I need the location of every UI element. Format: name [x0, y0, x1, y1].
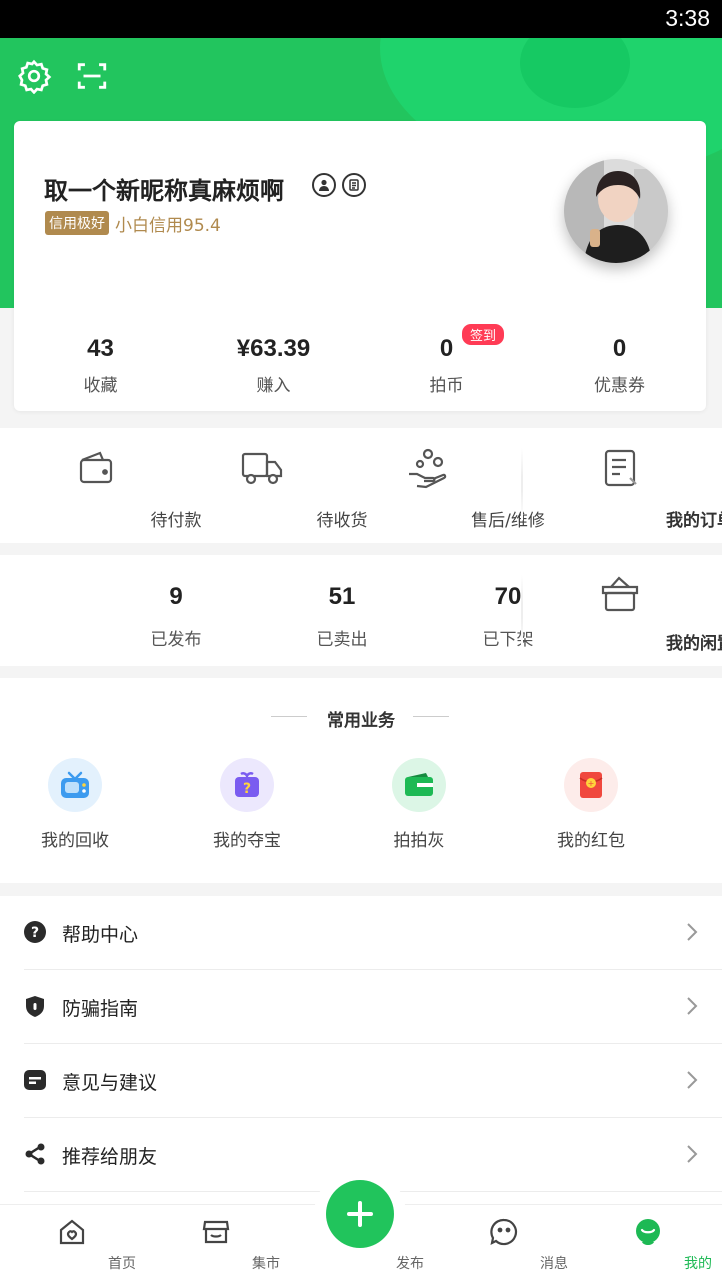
tab-home[interactable]: 首页: [22, 1205, 136, 1282]
share-icon: [25, 1143, 45, 1165]
shield-icon: [26, 996, 44, 1017]
my-orders-button[interactable]: 我的订单: [540, 428, 722, 543]
menu-label: 防骗指南: [62, 998, 139, 1020]
service-label: 我的回收: [41, 831, 109, 851]
order-main-label: 我的订单: [666, 511, 722, 531]
menu-label: 意见与建议: [62, 1072, 158, 1094]
menu-help-center[interactable]: ? 帮助中心: [24, 896, 722, 970]
publish-button[interactable]: [326, 1180, 394, 1248]
service-label: 我的夺宝: [213, 831, 281, 851]
tv-icon: [48, 758, 102, 812]
menu-label: 推荐给朋友: [62, 1146, 158, 1168]
order-after-sales[interactable]: 售后/维修: [348, 428, 545, 543]
scan-icon: [77, 63, 107, 89]
market-icon: [202, 1220, 230, 1244]
tab-label: 集市: [252, 1256, 280, 1272]
profile-card: 取一个新昵称真麻烦啊 信用极好 小白信用95.4 43 收藏 ¥63.39 赚入: [14, 121, 706, 411]
tab-profile[interactable]: 我的: [598, 1205, 712, 1282]
user-verified-icon[interactable]: [312, 173, 336, 197]
chevron-right-icon: [687, 997, 698, 1015]
certificate-icon[interactable]: [342, 173, 366, 197]
stat-value: 0: [612, 335, 627, 362]
stats-row: 43 收藏 ¥63.39 赚入 0 拍币 0 优惠券: [14, 331, 706, 411]
listing-removed[interactable]: 70 已下架: [348, 555, 534, 666]
listing-sold[interactable]: 51 已卖出: [182, 555, 368, 666]
listings-section: 9 已发布 51 已卖出 70 已下架 我的闲置: [0, 555, 722, 666]
menu-label: 帮助中心: [62, 924, 139, 946]
nickname[interactable]: 取一个新昵称真麻烦啊: [44, 171, 284, 206]
tab-label: 我的: [684, 1256, 712, 1272]
chevron-right-icon: [687, 1071, 698, 1089]
menu-anti-fraud[interactable]: 防骗指南: [24, 970, 722, 1044]
publish-button-wrap: [314, 1168, 406, 1260]
stat-label: 拍币: [429, 376, 464, 396]
message-icon: [490, 1218, 518, 1246]
services-section: 常用业务 我的回收 ? 我的夺宝 拍拍灰 + 我的红包: [0, 678, 722, 883]
signin-badge[interactable]: 签到: [462, 324, 505, 345]
home-icon: [59, 1219, 85, 1245]
red-envelope-icon: +: [564, 758, 618, 812]
profile-icon: [636, 1219, 660, 1245]
listing-published[interactable]: 9 已发布: [16, 555, 202, 666]
service-paipaihui[interactable]: 拍拍灰: [354, 758, 484, 851]
stat-value: 0: [439, 335, 454, 362]
help-icon: ?: [24, 921, 46, 943]
stat-coins[interactable]: 0 拍币: [360, 331, 533, 411]
credit-tag: 信用极好: [45, 211, 109, 235]
stat-value: 43: [87, 335, 114, 362]
order-pending-payment[interactable]: 待付款: [16, 428, 202, 543]
tab-label: 首页: [108, 1256, 136, 1272]
tab-label: 消息: [540, 1256, 568, 1272]
service-treasure[interactable]: ? 我的夺宝: [182, 758, 312, 851]
service-label: 拍拍灰: [393, 831, 445, 851]
stat-label: 优惠券: [594, 376, 645, 396]
box-icon: [601, 576, 639, 612]
gear-icon: [18, 59, 52, 94]
tab-market[interactable]: 集市: [166, 1205, 280, 1282]
stat-earnings[interactable]: ¥63.39 赚入: [187, 331, 360, 411]
badge-icons: [312, 173, 366, 197]
service-red-envelope[interactable]: + 我的红包: [526, 758, 656, 851]
stat-label: 赚入: [256, 376, 291, 396]
green-wallet-icon: [392, 758, 446, 812]
avatar[interactable]: [564, 159, 668, 263]
credit-score[interactable]: 小白信用95.4: [115, 211, 221, 236]
order-pending-receipt[interactable]: 待收货: [182, 428, 368, 543]
stat-favorites[interactable]: 43 收藏: [14, 331, 187, 411]
services-title: 常用业务: [327, 711, 395, 731]
mystery-box-icon: ?: [220, 758, 274, 812]
divider: [521, 448, 523, 520]
tab-messages[interactable]: 消息: [454, 1205, 568, 1282]
status-bar: 3:38: [0, 0, 722, 38]
chevron-right-icon: [687, 923, 698, 941]
service-label: 我的红包: [557, 831, 625, 851]
listing-main-label: 我的闲置: [666, 634, 722, 654]
truck-icon: [241, 452, 283, 485]
svg-text:+: +: [588, 779, 595, 788]
chevron-right-icon: [687, 1145, 698, 1163]
my-idle-items-button[interactable]: 我的闲置: [540, 555, 722, 666]
settings-menu: ? 帮助中心 防骗指南 意见与建议 推荐给朋友: [0, 896, 722, 1206]
menu-feedback[interactable]: 意见与建议: [24, 1044, 722, 1118]
service-recycle[interactable]: 我的回收: [10, 758, 140, 851]
title-line: [413, 716, 449, 717]
stat-value: ¥63.39: [236, 335, 311, 362]
wallet-icon: [79, 451, 113, 484]
plus-icon: [347, 1201, 373, 1227]
stat-label: 收藏: [83, 376, 118, 396]
hand-coins-icon: [409, 448, 447, 489]
scan-button[interactable]: [72, 56, 112, 96]
svg-text:?: ?: [243, 781, 251, 797]
feedback-icon: [24, 1070, 46, 1090]
stat-coupons[interactable]: 0 优惠券: [533, 331, 706, 411]
settings-button[interactable]: [14, 56, 54, 96]
order-document-icon: [604, 449, 637, 487]
divider: [521, 575, 523, 647]
orders-section: 待付款 待收货 售后/维修 我的订单: [0, 428, 722, 543]
status-time: 3:38: [665, 5, 710, 31]
svg-text:?: ?: [31, 925, 39, 941]
